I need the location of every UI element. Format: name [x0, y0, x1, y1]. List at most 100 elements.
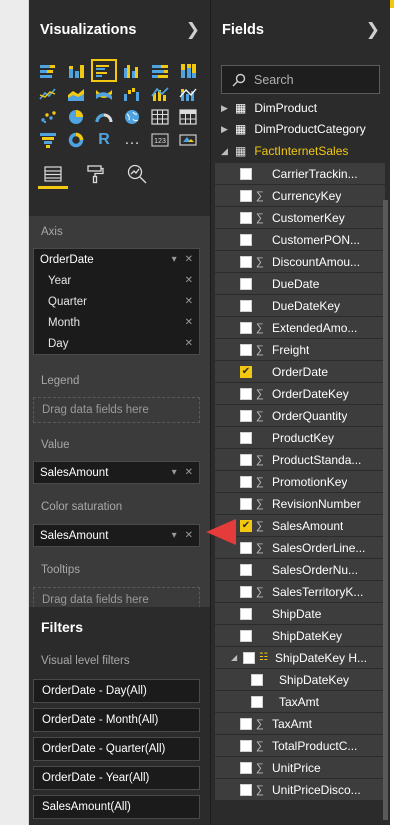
- collapse-arrow-icon[interactable]: ◢: [231, 653, 239, 662]
- field-checkbox[interactable]: [240, 629, 252, 642]
- axis-child-quarter[interactable]: Quarter ✕: [34, 291, 199, 312]
- axis-child-day[interactable]: Day ✕: [34, 333, 199, 354]
- color-saturation-field[interactable]: SalesAmount ▾ ✕: [34, 525, 199, 546]
- field-checkbox[interactable]: [240, 717, 252, 730]
- field-checkbox[interactable]: [240, 607, 252, 620]
- remove-field-icon[interactable]: ✕: [185, 296, 193, 307]
- visual-type-pie[interactable]: [64, 106, 88, 127]
- field-checkbox[interactable]: [240, 431, 252, 444]
- field-row[interactable]: ∑ SalesTerritoryK...: [215, 580, 385, 602]
- fields-tab[interactable]: [38, 160, 68, 189]
- filter-orderdate-month[interactable]: OrderDate - Month(All): [33, 708, 200, 732]
- visual-type-slicer[interactable]: [176, 129, 200, 150]
- field-checkbox[interactable]: [240, 409, 252, 422]
- visual-type-line-chart[interactable]: [36, 83, 60, 104]
- field-row[interactable]: ∑ DiscountAmou...: [215, 250, 385, 272]
- field-checkbox[interactable]: [240, 475, 252, 488]
- field-row[interactable]: TaxAmt: [215, 690, 385, 712]
- collapse-arrow-icon[interactable]: ◢: [221, 146, 233, 157]
- field-row[interactable]: ∑ UnitPrice: [215, 756, 385, 778]
- field-checkbox[interactable]: [240, 233, 252, 246]
- visual-type-area-chart[interactable]: [64, 83, 88, 104]
- value-field[interactable]: SalesAmount ▾ ✕: [34, 462, 199, 483]
- visual-type-funnel[interactable]: [36, 129, 60, 150]
- field-checkbox[interactable]: [240, 321, 252, 334]
- visual-type-table[interactable]: [148, 106, 172, 127]
- field-checkbox[interactable]: [251, 695, 263, 708]
- format-tab[interactable]: [83, 160, 107, 188]
- chevron-right-icon[interactable]: ❯: [186, 20, 200, 40]
- dropdown-caret-icon[interactable]: ▾: [172, 530, 177, 541]
- field-checkbox[interactable]: [240, 343, 252, 356]
- field-row[interactable]: ◢ ☷ ShipDateKey H...: [215, 646, 385, 668]
- visual-type-matrix[interactable]: [176, 106, 200, 127]
- remove-field-icon[interactable]: ✕: [185, 530, 193, 541]
- field-row[interactable]: ∑ OrderDateKey: [215, 382, 385, 404]
- visual-type-line-column[interactable]: [148, 83, 172, 104]
- field-checkbox[interactable]: [240, 497, 252, 510]
- field-checkbox[interactable]: [240, 189, 252, 202]
- field-row[interactable]: ∑ TotalProductC...: [215, 734, 385, 756]
- remove-field-icon[interactable]: ✕: [185, 467, 193, 478]
- filter-orderdate-day[interactable]: OrderDate - Day(All): [33, 679, 200, 703]
- dropdown-caret-icon[interactable]: ▾: [172, 254, 177, 265]
- field-row[interactable]: ∑ CustomerKey: [215, 206, 385, 228]
- visual-type-card[interactable]: 123: [148, 129, 172, 150]
- remove-field-icon[interactable]: ✕: [185, 317, 193, 328]
- visual-type-100-bar[interactable]: [148, 60, 172, 81]
- field-row[interactable]: ∑ SalesOrderLine...: [215, 536, 385, 558]
- field-checkbox[interactable]: [240, 585, 252, 598]
- field-checkbox[interactable]: [240, 739, 252, 752]
- visual-type-stacked-column[interactable]: [64, 60, 88, 81]
- field-checkbox[interactable]: [240, 255, 252, 268]
- visual-type-more[interactable]: …: [120, 129, 144, 150]
- field-row[interactable]: CustomerPON...: [215, 228, 385, 250]
- table-factinternetsales[interactable]: ◢ ▦ FactInternetSales: [211, 140, 390, 162]
- field-row[interactable]: ✔ ∑ SalesAmount: [215, 514, 385, 536]
- field-row[interactable]: SalesOrderNu...: [215, 558, 385, 580]
- field-checkbox[interactable]: [240, 563, 252, 576]
- axis-field-orderdate[interactable]: OrderDate ▾ ✕: [34, 249, 199, 270]
- chevron-right-icon[interactable]: ❯: [366, 20, 380, 40]
- filter-salesamount[interactable]: SalesAmount(All): [33, 795, 200, 819]
- visual-type-waterfall[interactable]: [120, 83, 144, 104]
- color-saturation-well[interactable]: SalesAmount ▾ ✕: [33, 524, 200, 547]
- field-checkbox[interactable]: [240, 299, 252, 312]
- visual-type-100-column[interactable]: [176, 60, 200, 81]
- filter-orderdate-year[interactable]: OrderDate - Year(All): [33, 766, 200, 790]
- axis-well[interactable]: OrderDate ▾ ✕ Year ✕ Quarter ✕ Month ✕ Day ✕: [33, 248, 200, 355]
- visual-type-line-stacked[interactable]: [176, 83, 200, 104]
- visual-type-donut[interactable]: [64, 129, 88, 150]
- field-checkbox[interactable]: ✔: [240, 365, 252, 378]
- field-row[interactable]: ∑ PromotionKey: [215, 470, 385, 492]
- field-row[interactable]: ∑ UnitPriceDisco...: [215, 778, 385, 800]
- field-row[interactable]: DueDateKey: [215, 294, 385, 316]
- field-checkbox[interactable]: [240, 211, 252, 224]
- field-row[interactable]: CarrierTrackin...: [215, 162, 385, 184]
- field-checkbox[interactable]: [240, 783, 252, 796]
- expand-arrow-icon[interactable]: ▶: [221, 103, 233, 114]
- analytics-tab[interactable]: [125, 160, 149, 188]
- field-row[interactable]: ∑ ProductStanda...: [215, 448, 385, 470]
- value-well[interactable]: SalesAmount ▾ ✕: [33, 461, 200, 484]
- dropdown-caret-icon[interactable]: ▾: [172, 467, 177, 478]
- visual-type-map[interactable]: [120, 106, 144, 127]
- axis-child-month[interactable]: Month ✕: [34, 312, 199, 333]
- field-checkbox[interactable]: [243, 651, 255, 664]
- field-row[interactable]: ∑ RevisionNumber: [215, 492, 385, 514]
- field-checkbox[interactable]: [240, 167, 252, 180]
- field-row[interactable]: ∑ CurrencyKey: [215, 184, 385, 206]
- remove-field-icon[interactable]: ✕: [185, 254, 193, 265]
- fields-search-input[interactable]: Search: [221, 65, 380, 94]
- field-checkbox[interactable]: [240, 541, 252, 554]
- field-row[interactable]: ProductKey: [215, 426, 385, 448]
- field-row[interactable]: ∑ ExtendedAmo...: [215, 316, 385, 338]
- field-row[interactable]: ShipDateKey: [215, 668, 385, 690]
- field-checkbox[interactable]: [240, 761, 252, 774]
- field-row[interactable]: ∑ OrderQuantity: [215, 404, 385, 426]
- visual-type-clustered-column[interactable]: [120, 60, 144, 81]
- axis-child-year[interactable]: Year ✕: [34, 270, 199, 291]
- visual-type-ribbon-chart[interactable]: [92, 83, 116, 104]
- remove-field-icon[interactable]: ✕: [185, 338, 193, 349]
- field-row[interactable]: DueDate: [215, 272, 385, 294]
